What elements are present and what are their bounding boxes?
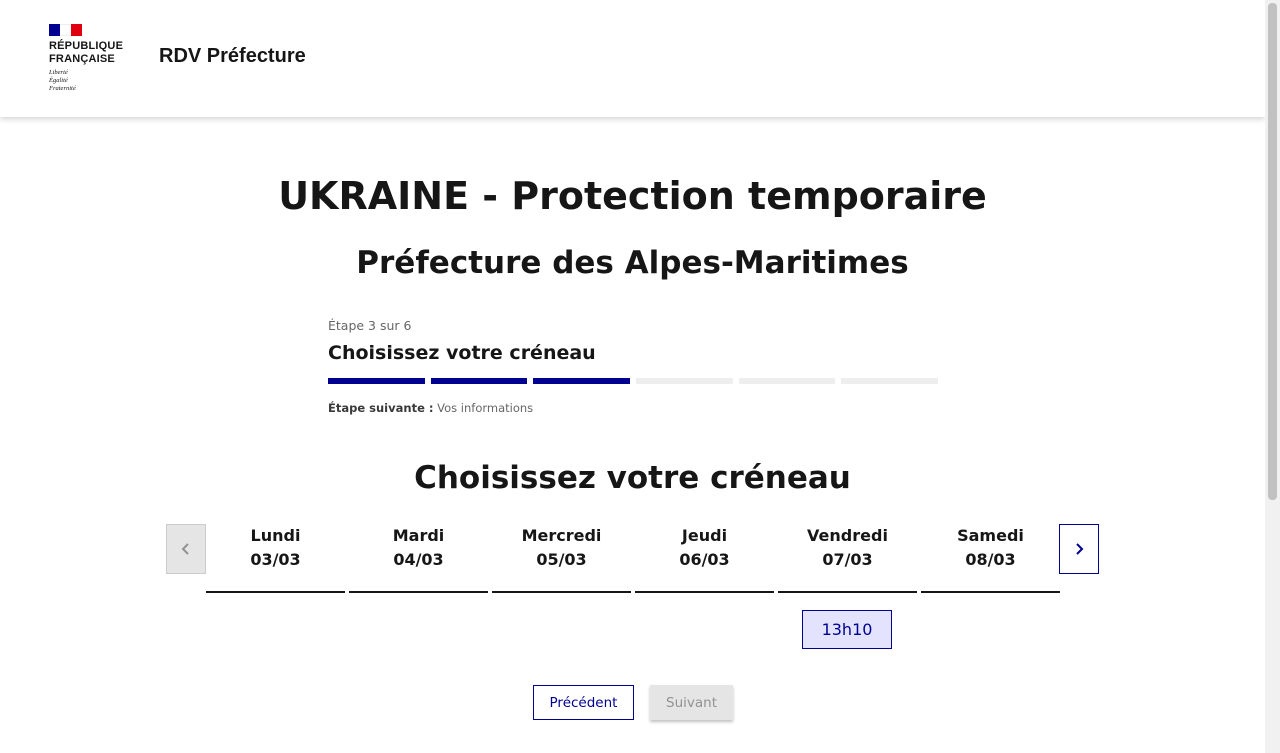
day-column: Jeudi 06/03 bbox=[635, 526, 774, 593]
step-count: Étape 3 sur 6 bbox=[328, 318, 412, 333]
page-subtitle: Préfecture des Alpes-Maritimes bbox=[356, 245, 909, 281]
calendar-title: Choisissez votre créneau bbox=[414, 460, 851, 496]
chevron-right-icon bbox=[1076, 543, 1084, 555]
day-date: 04/03 bbox=[393, 550, 444, 569]
french-flag-icon bbox=[49, 24, 82, 36]
day-divider bbox=[635, 591, 774, 593]
step-progress-bars bbox=[328, 378, 939, 384]
day-name: Mardi bbox=[392, 526, 445, 545]
previous-week-button[interactable] bbox=[166, 524, 206, 574]
day-divider bbox=[349, 591, 488, 593]
day-date: 08/03 bbox=[965, 550, 1016, 569]
next-step-value: Vos informations bbox=[437, 401, 534, 415]
day-column: Mercredi 05/03 bbox=[492, 526, 631, 593]
page-scrollbar[interactable] bbox=[1265, 0, 1280, 753]
next-step-info: Étape suivante : Vos informations bbox=[328, 401, 938, 415]
day-name: Jeudi bbox=[681, 526, 728, 545]
step-bar bbox=[533, 378, 631, 384]
day-date: 07/03 bbox=[822, 550, 873, 569]
step-bar bbox=[636, 378, 733, 384]
republic-motto: Liberté Égalité Fraternité bbox=[49, 69, 76, 92]
calendar-days: Lundi 03/03 Mardi 04/03 Mercredi 05/03 J… bbox=[206, 526, 1064, 593]
day-name: Samedi bbox=[957, 526, 1024, 545]
step-bar bbox=[841, 378, 939, 384]
step-bar bbox=[328, 378, 425, 384]
step-title: Choisissez votre créneau bbox=[328, 342, 596, 364]
service-title[interactable]: RDV Préfecture bbox=[159, 45, 306, 68]
day-name: Vendredi bbox=[807, 526, 888, 545]
page-title: UKRAINE - Protection temporaire bbox=[278, 174, 987, 218]
day-name: Lundi bbox=[250, 526, 301, 545]
next-step-label: Étape suivante : bbox=[328, 401, 434, 415]
next-week-button[interactable] bbox=[1059, 524, 1099, 574]
day-date: 06/03 bbox=[679, 550, 730, 569]
day-divider bbox=[921, 591, 1060, 593]
republic-name: RÉPUBLIQUE FRANÇAISE bbox=[49, 40, 124, 65]
stepper: Étape 3 sur 6 Choisissez votre créneau É… bbox=[328, 318, 939, 415]
time-slot-button[interactable]: 13h10 bbox=[802, 610, 892, 649]
day-column: Vendredi 07/03 bbox=[778, 526, 917, 593]
day-column: Mardi 04/03 bbox=[349, 526, 488, 593]
day-divider bbox=[492, 591, 631, 593]
step-bar bbox=[738, 378, 836, 384]
day-divider bbox=[778, 591, 917, 593]
previous-button[interactable]: Précédent bbox=[533, 685, 634, 720]
step-bar bbox=[430, 378, 528, 384]
scrollbar-thumb[interactable] bbox=[1268, 3, 1277, 500]
chevron-left-icon bbox=[181, 543, 189, 555]
day-divider bbox=[206, 591, 345, 593]
republique-francaise-logo[interactable]: RÉPUBLIQUE FRANÇAISE Liberté Égalité Fra… bbox=[49, 24, 129, 94]
day-column: Samedi 08/03 bbox=[921, 526, 1060, 593]
day-date: 05/03 bbox=[536, 550, 587, 569]
day-name: Mercredi bbox=[521, 526, 602, 545]
day-date: 03/03 bbox=[250, 550, 301, 569]
next-button[interactable]: Suivant bbox=[650, 685, 733, 720]
day-column: Lundi 03/03 bbox=[206, 526, 345, 593]
site-header: RÉPUBLIQUE FRANÇAISE Liberté Égalité Fra… bbox=[0, 0, 1265, 117]
